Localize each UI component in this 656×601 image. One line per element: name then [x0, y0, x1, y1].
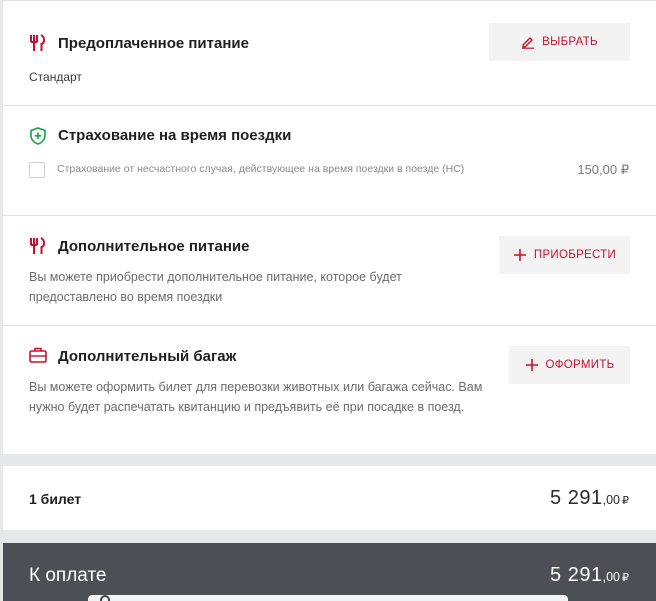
- plus-icon: [513, 248, 527, 262]
- tickets-price: 5 291,00 ₽: [550, 487, 629, 510]
- payment-price-int: 5 291: [550, 564, 603, 586]
- arrange-baggage-label: ОФОРМИТЬ: [545, 359, 615, 371]
- payment-total-bar: К оплате 5 291,00 ₽: [3, 543, 656, 601]
- payment-price: 5 291,00 ₽: [550, 564, 629, 587]
- services-card: Предоплаченное питание Стандарт ВЫБРАТЬ …: [3, 0, 656, 454]
- plus-icon: [525, 358, 539, 372]
- shield-plus-icon: [29, 127, 47, 145]
- prepaid-meal-section: Предоплаченное питание Стандарт ВЫБРАТЬ: [3, 1, 656, 106]
- tickets-price-dec: ,00: [602, 493, 620, 507]
- insurance-price: 150,00 ₽: [577, 162, 629, 177]
- extra-meal-title: Дополнительное питание: [58, 238, 250, 255]
- tickets-price-currency: ₽: [622, 495, 629, 507]
- payment-price-currency: ₽: [622, 572, 629, 584]
- insurance-title: Страхование на время поездки: [58, 127, 292, 144]
- choose-meal-button[interactable]: ВЫБРАТЬ: [489, 23, 630, 61]
- fork-knife-icon: [29, 34, 47, 52]
- payment-label: К оплате: [29, 565, 107, 586]
- tickets-price-int: 5 291: [550, 487, 603, 509]
- payment-price-dec: ,00: [602, 570, 620, 584]
- buy-extra-meal-button[interactable]: ПРИОБРЕСТИ: [499, 236, 630, 274]
- choose-meal-label: ВЫБРАТЬ: [542, 36, 598, 48]
- prepaid-meal-title: Предоплаченное питание: [58, 35, 249, 52]
- tickets-summary: 1 билет 5 291,00 ₽: [3, 466, 656, 530]
- suitcase-icon: [29, 346, 47, 364]
- insurance-section: Страхование на время поездки Страхование…: [3, 106, 656, 216]
- insurance-option-text: Страхование от несчастного случая, дейст…: [57, 163, 465, 175]
- prepaid-meal-subtitle: Стандарт: [29, 70, 82, 84]
- extra-meal-section: Дополнительное питание Вы можете приобре…: [3, 216, 656, 326]
- extra-baggage-title: Дополнительный багаж: [58, 348, 237, 365]
- extra-baggage-section: Дополнительный багаж Вы можете оформить …: [3, 326, 656, 455]
- buy-extra-meal-label: ПРИОБРЕСТИ: [533, 249, 617, 261]
- partial-glyph: [100, 595, 110, 601]
- extra-meal-description: Вы можете приобрести дополнительное пита…: [29, 270, 402, 304]
- tickets-count: 1 билет: [29, 491, 82, 507]
- pencil-icon: [521, 35, 535, 49]
- extra-baggage-description: Вы можете оформить билет для перевозки ж…: [29, 380, 483, 414]
- arrange-baggage-button[interactable]: ОФОРМИТЬ: [509, 346, 630, 384]
- payment-next-panel: [88, 595, 568, 601]
- fork-knife-icon: [29, 237, 47, 255]
- insurance-checkbox[interactable]: [29, 162, 45, 178]
